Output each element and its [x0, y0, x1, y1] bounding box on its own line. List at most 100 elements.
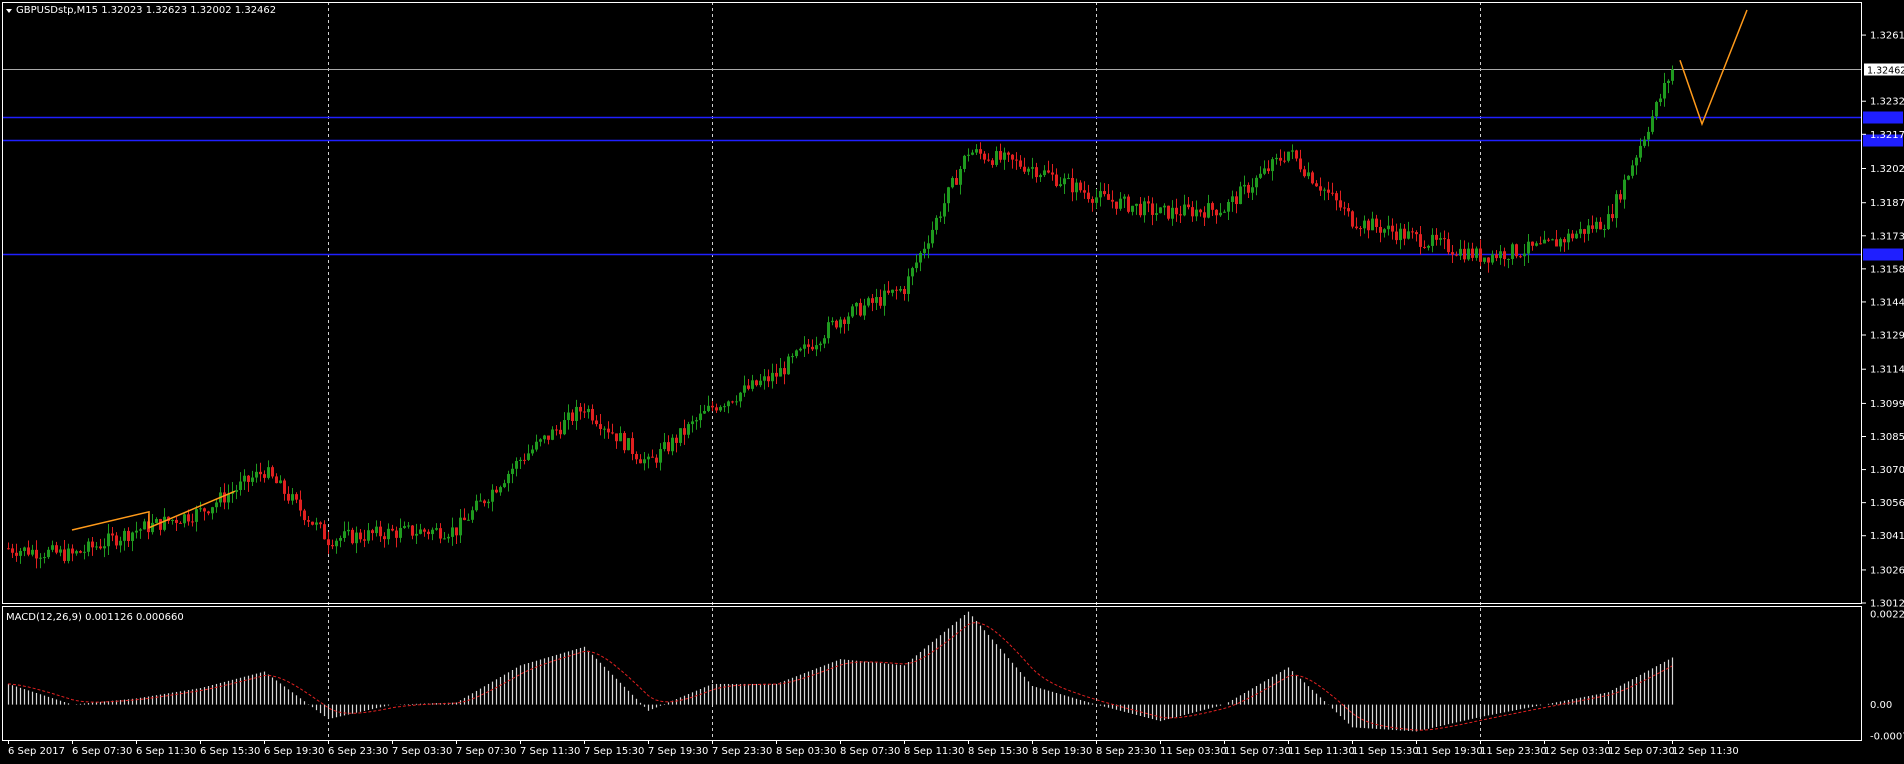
candle-body: [1491, 254, 1494, 263]
candle-body: [515, 460, 518, 469]
time-label: 7 Sep 03:30: [392, 746, 452, 757]
candle-body: [1003, 152, 1006, 160]
price-tick-label: 1.31295: [1870, 331, 1904, 342]
time-label: 6 Sep 19:30: [264, 746, 324, 757]
candle-body: [971, 152, 974, 155]
candle-body: [1115, 201, 1118, 209]
candle-body: [83, 551, 86, 553]
price-tick-label: 1.32610: [1870, 31, 1904, 42]
candle-body: [583, 411, 586, 413]
candle-body: [699, 413, 702, 421]
candle-body: [1279, 157, 1282, 161]
candle-body: [951, 178, 954, 188]
candle-body: [387, 528, 390, 540]
chart-canvas[interactable]: 1.32610 1.32320 1.32175 1.32025 1.31875 1.317…: [0, 0, 1904, 760]
current-price-label: 1.32462: [1867, 66, 1904, 77]
candle-body: [811, 346, 814, 350]
candle-body: [1195, 209, 1198, 217]
candle-body: [915, 262, 918, 269]
candle-body: [367, 530, 370, 541]
candle-body: [1131, 205, 1134, 212]
candle-body: [95, 546, 98, 548]
candle-body: [1567, 233, 1570, 243]
candle-body: [1219, 212, 1222, 216]
candle-body: [303, 510, 306, 521]
candle-body: [575, 406, 578, 422]
candle-body: [807, 344, 810, 347]
candle-body: [615, 433, 618, 442]
price-tick-label: 1.30415: [1870, 531, 1904, 542]
candle-body: [1215, 209, 1218, 216]
candle-body: [783, 368, 786, 375]
candle-body: [1335, 193, 1338, 201]
candle-body: [923, 248, 926, 253]
candle-body: [1095, 197, 1098, 203]
candle-body: [15, 552, 18, 556]
candle-body: [1067, 177, 1070, 179]
candle-body: [919, 252, 922, 263]
candle-body: [1643, 139, 1646, 146]
candle-body: [1631, 165, 1634, 176]
candle-body: [899, 288, 902, 291]
candle-body: [1283, 160, 1286, 162]
candle-body: [175, 519, 178, 523]
candle-body: [519, 459, 522, 461]
candle-body: [567, 412, 570, 421]
candle-body: [1359, 228, 1362, 230]
candle-body: [1575, 233, 1578, 239]
candle-body: [1299, 158, 1302, 170]
candle-body: [903, 288, 906, 294]
candle-body: [419, 529, 422, 534]
time-label: 7 Sep 07:30: [456, 746, 516, 757]
candle-body: [1091, 199, 1094, 203]
candle-body: [1259, 173, 1262, 178]
time-label: 6 Sep 11:30: [136, 746, 196, 757]
candle-body: [1635, 157, 1638, 166]
candle-body: [1163, 205, 1166, 208]
candle-body: [171, 519, 174, 521]
candle-body: [1099, 191, 1102, 198]
candle-body: [435, 528, 438, 530]
price-tick-label: 1.31875: [1870, 198, 1904, 209]
candle-body: [31, 549, 34, 555]
candle-body: [1583, 229, 1586, 234]
candle-body: [159, 519, 162, 530]
candle-body: [987, 159, 990, 161]
candle-body: [747, 385, 750, 389]
time-label: 6 Sep 2017: [8, 746, 65, 757]
candle-body: [1391, 225, 1394, 232]
candle-body: [1267, 168, 1270, 172]
candle-body: [347, 529, 350, 532]
time-label: 7 Sep 11:30: [520, 746, 580, 757]
candle-body: [755, 380, 758, 386]
candle-body: [1531, 241, 1534, 246]
candle-body: [1083, 190, 1086, 193]
price-tick-label: 1.30120: [1870, 599, 1904, 610]
candle-body: [775, 372, 778, 377]
candle-body: [779, 368, 782, 377]
candle-body: [27, 547, 30, 555]
price-tick-label: 1.31730: [1870, 231, 1904, 242]
candle-body: [259, 471, 262, 475]
candle-body: [203, 508, 206, 512]
candle-body: [1627, 175, 1630, 180]
candle-body: [711, 405, 714, 408]
main-panel-frame: [2, 2, 1862, 604]
candle-body: [355, 532, 358, 544]
candle-body: [803, 344, 806, 349]
candle-body: [559, 429, 562, 435]
time-label: 11 Sep 19:30: [1416, 746, 1483, 757]
candle-body: [1595, 221, 1598, 229]
candle-body: [999, 151, 1002, 160]
candle-body: [703, 410, 706, 414]
candle-body: [103, 546, 106, 549]
candle-body: [399, 527, 402, 538]
candle-body: [1319, 186, 1322, 191]
candle-body: [127, 530, 130, 542]
candle-body: [1647, 131, 1650, 140]
candle-body: [1471, 248, 1474, 258]
candle-body: [1507, 258, 1510, 260]
trading-chart[interactable]: 1.32610 1.32320 1.32175 1.32025 1.31875 1.317…: [0, 0, 1904, 760]
candle-body: [847, 316, 850, 324]
candle-body: [1203, 212, 1206, 218]
